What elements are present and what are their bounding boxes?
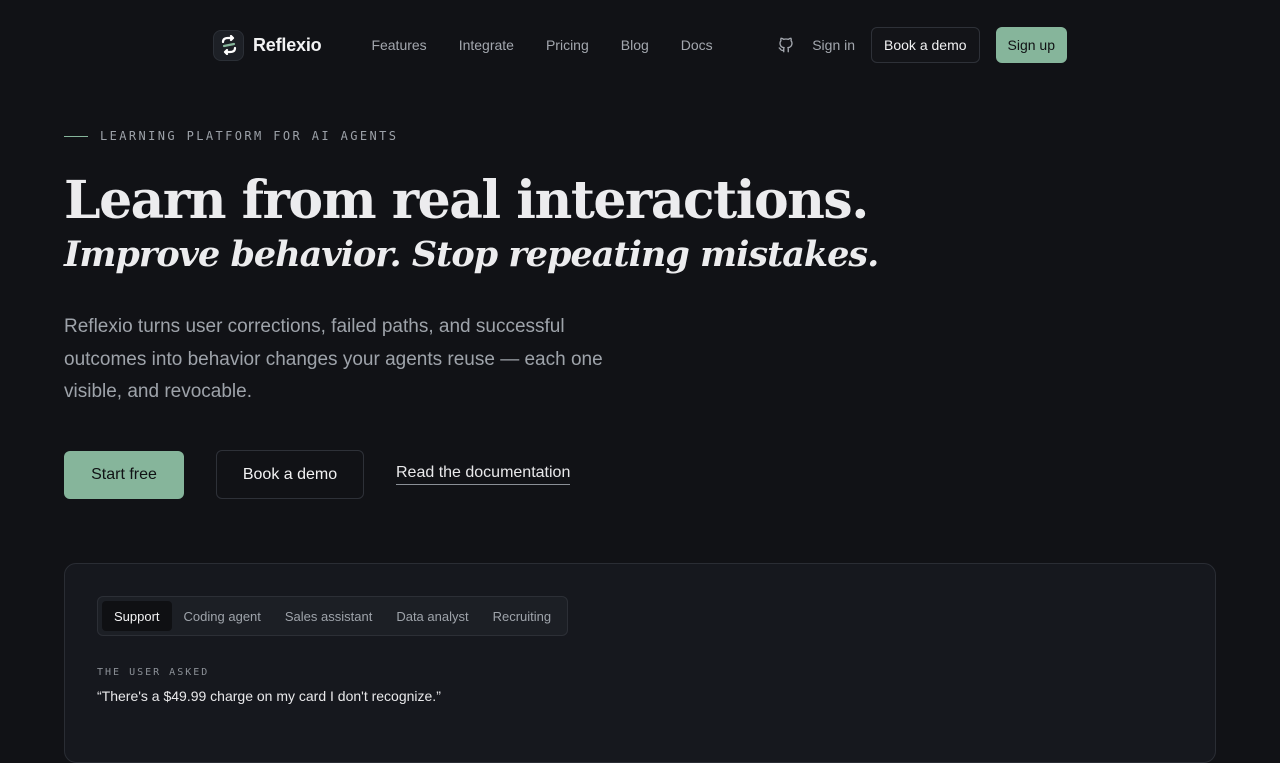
hero-subtitle: Improve behavior. Stop repeating mistake…: [64, 234, 879, 275]
brand-logo[interactable]: Reflexio: [213, 29, 322, 61]
read-docs-link[interactable]: Read the documentation: [396, 464, 571, 485]
hero-title: Learn from real interactions.: [64, 170, 869, 231]
hero-description: Reflexio turns user corrections, failed …: [64, 316, 603, 402]
hero-cta-group: Start free Book a demo Read the document…: [64, 450, 571, 499]
nav-book-demo-button[interactable]: Book a demo: [871, 27, 980, 63]
tab-sales-assistant[interactable]: Sales assistant: [273, 601, 384, 631]
eyebrow-text: LEARNING PLATFORM FOR AI AGENTS: [100, 129, 399, 143]
start-free-button[interactable]: Start free: [64, 450, 184, 499]
nav-actions: Sign in Book a demo Sign up: [777, 27, 1067, 63]
hero-eyebrow: LEARNING PLATFORM FOR AI AGENTS: [64, 129, 398, 143]
sign-in-link[interactable]: Sign in: [812, 37, 855, 53]
nav-link-blog[interactable]: Blog: [621, 37, 649, 53]
tab-data-analyst[interactable]: Data analyst: [384, 601, 480, 631]
demo-panel: Support Coding agent Sales assistant Dat…: [64, 563, 1216, 763]
user-asked-label: THE USER ASKED: [97, 667, 210, 678]
eyebrow-divider: [64, 135, 88, 137]
hero-book-demo-button[interactable]: Book a demo: [216, 450, 364, 499]
agent-tabs: Support Coding agent Sales assistant Dat…: [97, 596, 569, 636]
brand-name: Reflexio: [253, 34, 322, 55]
nav-link-pricing[interactable]: Pricing: [546, 37, 589, 53]
user-asked-quote: “There's a $49.99 charge on my card I do…: [97, 688, 441, 704]
nav-link-integrate[interactable]: Integrate: [459, 37, 514, 53]
tab-recruiting[interactable]: Recruiting: [481, 601, 564, 631]
sign-up-button[interactable]: Sign up: [995, 27, 1067, 63]
nav-link-features[interactable]: Features: [371, 37, 426, 53]
nav-links: Features Integrate Pricing Blog Docs: [371, 37, 712, 53]
tab-support[interactable]: Support: [102, 601, 172, 631]
top-nav: Reflexio Features Integrate Pricing Blog…: [213, 27, 1067, 63]
github-icon[interactable]: [777, 36, 795, 54]
reflexio-logo-icon: [213, 29, 244, 61]
nav-link-docs[interactable]: Docs: [681, 37, 713, 53]
tab-coding-agent[interactable]: Coding agent: [172, 601, 273, 631]
